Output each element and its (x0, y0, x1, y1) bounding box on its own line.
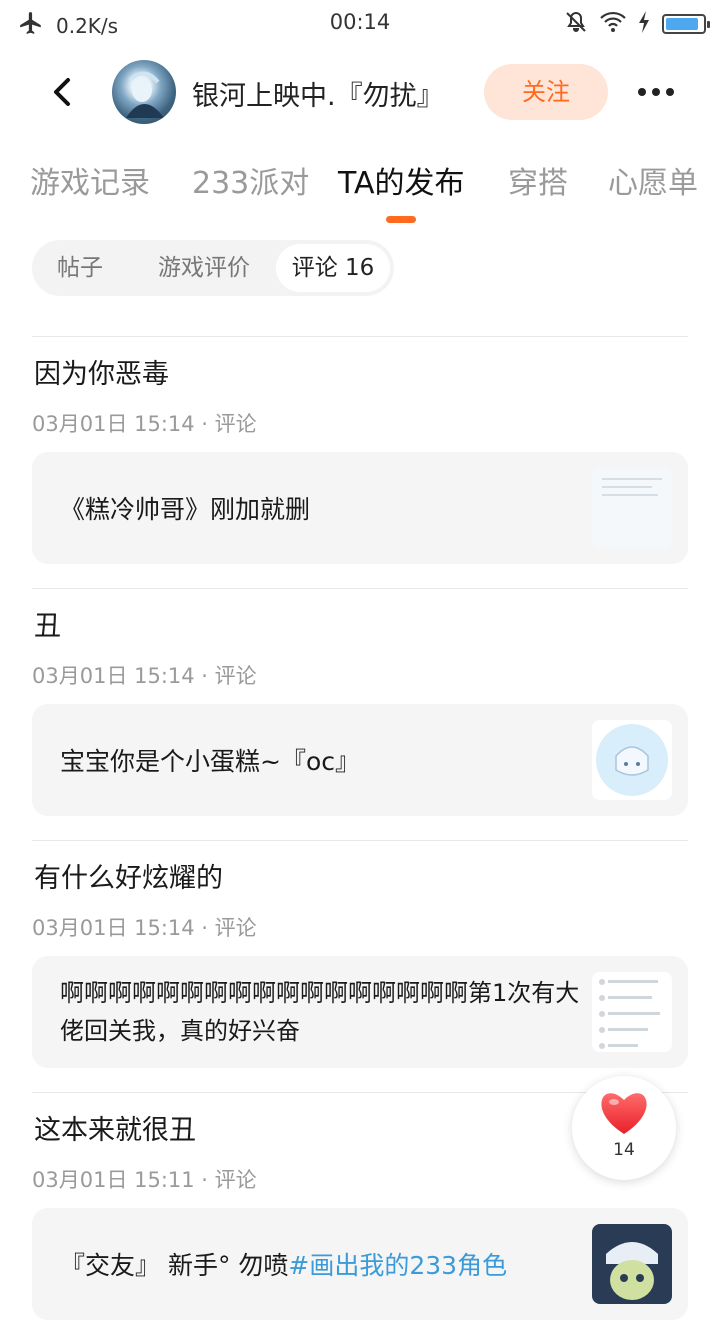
referenced-post-text: 『交友』 新手° 勿喷 #画出我的233角色 (60, 1208, 580, 1320)
back-button[interactable] (46, 72, 82, 112)
comment-meta: 03月01日 15:14 · 评论 (32, 412, 257, 436)
post-thumbnail (592, 1224, 672, 1304)
divider (32, 840, 688, 841)
filter-game-reviews[interactable]: 游戏评价 (136, 240, 272, 296)
active-tab-indicator (386, 216, 416, 223)
comment-title[interactable]: 这本来就很丑 (34, 1108, 196, 1147)
charging-icon (638, 11, 650, 37)
referenced-post-text: 《糕冷帅哥》刚加就删 (60, 495, 311, 524)
chevron-left-icon (54, 78, 70, 106)
post-thumbnail (592, 468, 672, 548)
comment-meta: 03月01日 15:14 · 评论 (32, 916, 257, 940)
referenced-post-card[interactable]: 《糕冷帅哥》刚加就删 (32, 452, 688, 564)
referenced-post-text: 啊啊啊啊啊啊啊啊啊啊啊啊啊啊啊啊啊第1次有大佬回关我，真的好兴奋 (60, 979, 580, 1045)
comment-meta: 03月01日 15:11 · 评论 (32, 1168, 257, 1192)
comment-title[interactable]: 因为你恶毒 (34, 352, 169, 391)
tab-game-records[interactable]: 游戏记录 (30, 158, 150, 202)
more-options-button[interactable] (632, 76, 680, 108)
post-text: 『交友』 新手° 勿喷 (60, 1251, 289, 1280)
divider (32, 336, 688, 337)
comment-title[interactable]: 丑 (34, 604, 61, 643)
comment-title[interactable]: 有什么好炫耀的 (34, 856, 223, 895)
tab-ta-posts[interactable]: TA的发布 (338, 158, 465, 202)
mute-icon (564, 10, 588, 38)
like-button[interactable]: 14 (572, 1076, 676, 1180)
tab-wishlist[interactable]: 心愿单 (608, 158, 698, 202)
post-thumbnail (592, 720, 672, 800)
filter-comments[interactable]: 评论 16 (276, 244, 390, 292)
hashtag-link[interactable]: #画出我的233角色 (288, 1246, 507, 1282)
battery-icon (662, 14, 710, 34)
tab-233-party[interactable]: 233派对 (192, 158, 309, 202)
profile-tabs: 游戏记录 233派对 TA的发布 穿搭 心愿单 (0, 158, 720, 208)
wifi-icon (600, 11, 626, 37)
follow-button[interactable]: 关注 (484, 64, 608, 120)
profile-header: 银河上映中.『勿扰』 关注 (0, 58, 720, 126)
like-count: 14 (613, 1140, 635, 1160)
referenced-post-text: 宝宝你是个小蛋糕~『oc』 (60, 747, 360, 776)
tab-outfits[interactable]: 穿搭 (508, 158, 568, 202)
heart-icon (601, 1093, 647, 1134)
divider (32, 588, 688, 589)
status-bar: 0.2K/s 00:14 (0, 0, 720, 46)
post-thumbnail (592, 972, 672, 1052)
referenced-post-card[interactable]: 『交友』 新手° 勿喷 #画出我的233角色 (32, 1208, 688, 1320)
avatar[interactable] (112, 60, 176, 124)
battery-level (666, 18, 698, 30)
referenced-post-card[interactable]: 啊啊啊啊啊啊啊啊啊啊啊啊啊啊啊啊啊第1次有大佬回关我，真的好兴奋 (32, 956, 688, 1068)
comment-meta: 03月01日 15:14 · 评论 (32, 664, 257, 688)
username: 银河上映中.『勿扰』 (192, 81, 444, 112)
filter-posts[interactable]: 帖子 (32, 240, 128, 296)
referenced-post-card[interactable]: 宝宝你是个小蛋糕~『oc』 (32, 704, 688, 816)
content-filter: 帖子 游戏评价 评论 16 (32, 240, 394, 296)
